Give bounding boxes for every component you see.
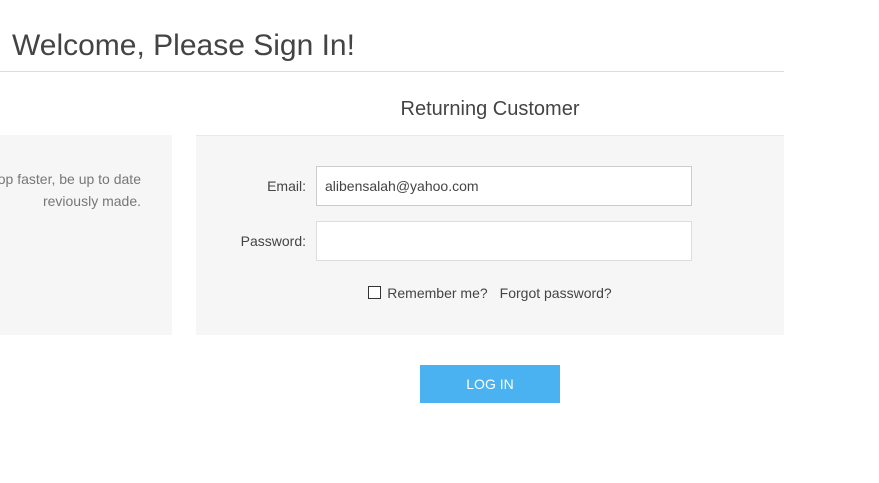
page-title: Welcome, Please Sign In! [12, 29, 355, 62]
new-customer-text-line: reviously made. [42, 193, 141, 209]
new-customer-panel: op faster, be up to date reviously made. [0, 135, 172, 335]
new-customer-description: op faster, be up to date reviously made. [0, 168, 141, 212]
password-field[interactable] [316, 221, 692, 261]
title-divider [0, 71, 784, 72]
email-field[interactable] [316, 166, 692, 206]
remember-row: Remember me? Forgot password? [196, 285, 784, 305]
returning-customer-heading: Returning Customer [400, 98, 580, 120]
email-label: Email: [267, 178, 306, 194]
returning-customer-panel: Email: Password: Remember me? Forgot pass… [196, 136, 784, 335]
remember-me-label[interactable]: Remember me? [387, 285, 487, 301]
login-button[interactable]: LOG IN [420, 365, 560, 403]
forgot-password-link[interactable]: Forgot password? [500, 285, 612, 301]
password-label: Password: [240, 233, 306, 249]
remember-me-checkbox[interactable] [368, 286, 382, 299]
new-customer-text-line: op faster, be up to date [0, 171, 141, 187]
